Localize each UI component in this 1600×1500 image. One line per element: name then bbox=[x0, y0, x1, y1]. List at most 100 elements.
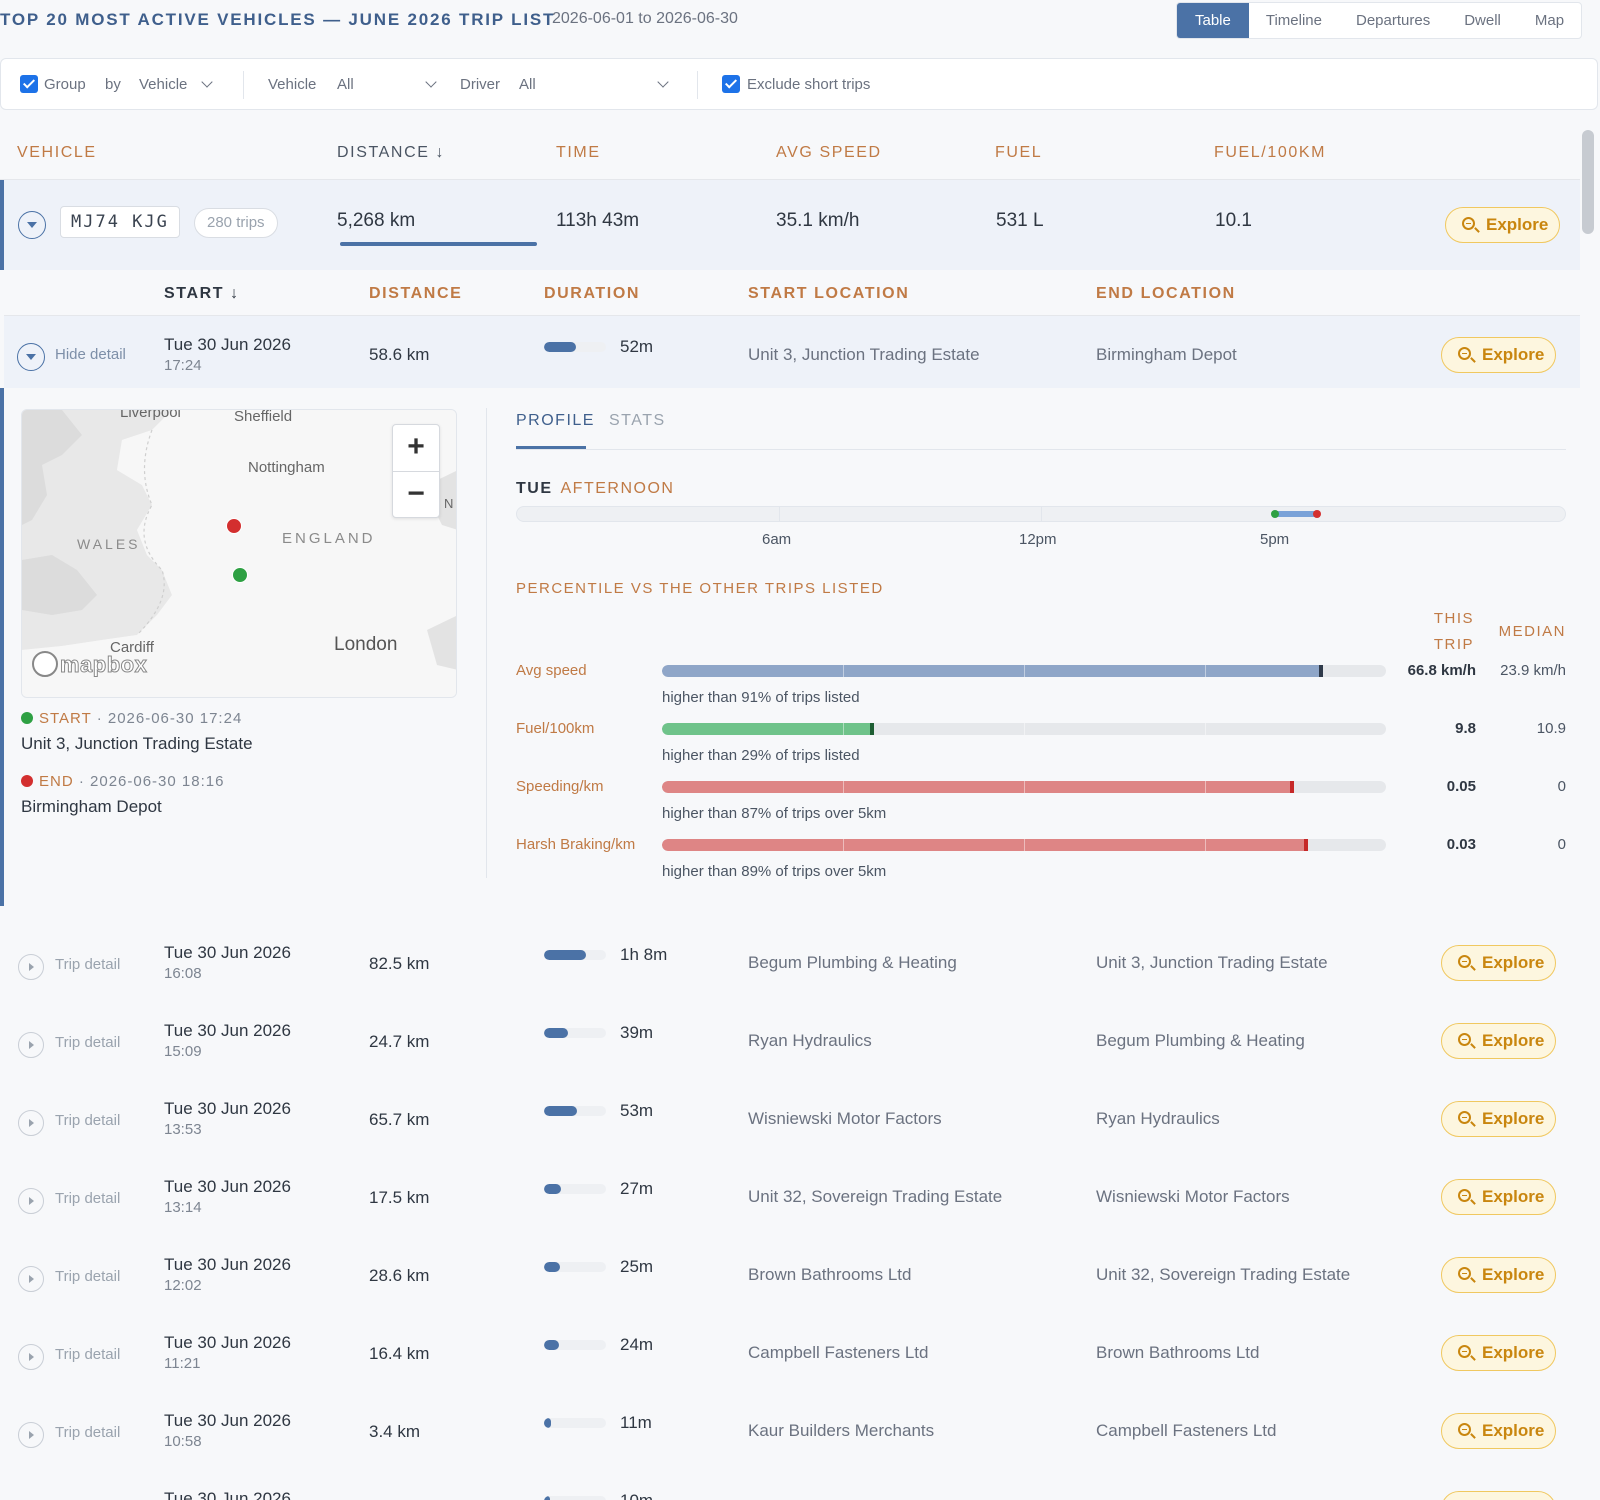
expand-trip-icon[interactable] bbox=[18, 1110, 44, 1136]
col-fuel[interactable]: FUEL bbox=[995, 144, 1042, 162]
duration-bar bbox=[544, 342, 606, 352]
trip-row[interactable]: Trip detail Tue 30 Jun 2026 16:08 82.5 km 1h… bbox=[4, 923, 1580, 1001]
explore-button[interactable]: Explore bbox=[1441, 1101, 1556, 1137]
trip-detail-link[interactable]: Trip detail bbox=[55, 1346, 120, 1363]
divider bbox=[697, 71, 698, 99]
col-fuel-per-100km[interactable]: FUEL/100KM bbox=[1214, 144, 1326, 162]
chevron-down-icon[interactable] bbox=[425, 76, 437, 88]
trip-count-badge: 280 trips bbox=[194, 208, 278, 238]
col-vehicle[interactable]: VEHICLE bbox=[17, 144, 97, 162]
col-avg-speed[interactable]: AVG SPEED bbox=[776, 144, 882, 162]
trip-duration: 39m bbox=[620, 1023, 654, 1042]
trip-distance: 58.6 km bbox=[369, 345, 430, 364]
explore-button[interactable]: Explore bbox=[1441, 1413, 1556, 1449]
tab-table[interactable]: Table bbox=[1177, 3, 1249, 38]
trip-detail-link[interactable]: Trip detail bbox=[55, 1190, 120, 1207]
trip-time: 15:09 bbox=[164, 1043, 202, 1060]
percentile-bar-fill bbox=[662, 781, 1292, 793]
trip-row[interactable]: Trip detail Tue 30 Jun 2026 13:53 65.7 km 53… bbox=[4, 1079, 1580, 1157]
metric-label: Avg speed bbox=[516, 662, 587, 679]
hide-detail-link[interactable]: Hide detail bbox=[55, 346, 126, 363]
tab-timeline[interactable]: Timeline bbox=[1249, 3, 1339, 38]
zoom-in-button[interactable]: + bbox=[393, 425, 439, 471]
explore-button[interactable]: Explore bbox=[1441, 1179, 1556, 1215]
collapse-trip-icon[interactable] bbox=[17, 343, 45, 371]
mapbox-logo[interactable]: mapbox bbox=[32, 651, 147, 682]
tab-dwell[interactable]: Dwell bbox=[1447, 3, 1518, 38]
trip-row[interactable]: Trip detail Tue 30 Jun 2026 13:14 17.5 km 27… bbox=[4, 1157, 1580, 1235]
selected-trip-row[interactable]: Hide detail Tue 30 Jun 2026 17:24 58.6 k… bbox=[4, 316, 1580, 394]
explore-button[interactable]: Explore bbox=[1441, 1257, 1556, 1293]
trip-duration: 27m bbox=[620, 1179, 654, 1198]
trip-detail-link[interactable]: Trip detail bbox=[55, 1268, 120, 1285]
tab-map[interactable]: Map bbox=[1518, 3, 1581, 38]
explore-button[interactable]: Explore bbox=[1441, 1023, 1556, 1059]
metric-median-value: 0 bbox=[1557, 836, 1566, 853]
col-start[interactable]: START ↓ bbox=[164, 285, 240, 303]
trip-map[interactable]: Liverpool Sheffield Nottingham WALES ENG… bbox=[21, 409, 457, 698]
duration-bar-fill bbox=[544, 1496, 551, 1500]
end-location-pin[interactable] bbox=[226, 518, 242, 534]
expand-trip-icon[interactable] bbox=[18, 1266, 44, 1292]
trip-time: 13:14 bbox=[164, 1199, 202, 1216]
explore-label: Explore bbox=[1482, 1265, 1545, 1284]
col-duration[interactable]: DURATION bbox=[544, 285, 640, 303]
vehicle-row[interactable]: MJ74 KJG 280 trips 5,268 km 113h 43m 35.… bbox=[0, 180, 1580, 270]
metric-this-trip-value: 9.8 bbox=[1455, 720, 1476, 737]
vehicle-avg-speed: 35.1 km/h bbox=[776, 210, 860, 231]
trip-detail-link[interactable]: Trip detail bbox=[55, 1112, 120, 1129]
col-distance[interactable]: DISTANCE ↓ bbox=[337, 144, 445, 162]
explore-button[interactable]: Explore bbox=[1441, 337, 1556, 373]
end-timestamp: · 2026-06-30 18:16 bbox=[78, 773, 225, 790]
expand-trip-icon[interactable] bbox=[18, 1188, 44, 1214]
tab-departures[interactable]: Departures bbox=[1339, 3, 1447, 38]
collapse-vehicle-icon[interactable] bbox=[18, 211, 46, 239]
trip-row[interactable]: Trip detail Tue 30 Jun 2026 10:58 3.4 km 11m… bbox=[4, 1391, 1580, 1469]
start-location-pin[interactable] bbox=[232, 567, 248, 583]
trip-row[interactable]: Trip detail Tue 30 Jun 2026 12:02 28.6 km 25… bbox=[4, 1235, 1580, 1313]
col-trip-distance[interactable]: DISTANCE bbox=[369, 285, 462, 303]
trip-start-dot bbox=[1270, 510, 1279, 518]
trip-row[interactable]: Trip detailTue 30 Jun 202610mExplore bbox=[4, 1469, 1580, 1500]
distance-bar bbox=[340, 242, 537, 246]
scrollbar-thumb[interactable] bbox=[1582, 130, 1594, 234]
trip-time: 11:21 bbox=[164, 1355, 201, 1372]
trip-row[interactable]: Trip detail Tue 30 Jun 2026 11:21 16.4 km 24… bbox=[4, 1313, 1580, 1391]
expand-trip-icon[interactable] bbox=[18, 1032, 44, 1058]
expand-trip-icon[interactable] bbox=[18, 954, 44, 980]
vehicle-filter-select[interactable]: All bbox=[337, 59, 354, 111]
end-dot-icon bbox=[21, 775, 33, 788]
expand-trip-icon[interactable] bbox=[18, 1422, 44, 1448]
start-tag: START bbox=[39, 710, 92, 727]
trip-date: Tue 30 Jun 2026 bbox=[164, 1411, 291, 1430]
zoom-out-button[interactable]: − bbox=[393, 471, 439, 517]
duration-bar bbox=[544, 1028, 606, 1038]
trip-time: 13:53 bbox=[164, 1121, 202, 1138]
col-start-location[interactable]: START LOCATION bbox=[748, 285, 909, 303]
trip-row[interactable]: Trip detail Tue 30 Jun 2026 15:09 24.7 km 39… bbox=[4, 1001, 1580, 1079]
explore-button[interactable]: Explore bbox=[1441, 1335, 1556, 1371]
scrollbar[interactable] bbox=[1582, 130, 1594, 1500]
chevron-down-icon[interactable] bbox=[201, 76, 213, 88]
trip-detail-link[interactable]: Trip detail bbox=[55, 1424, 120, 1441]
tab-profile[interactable]: PROFILE bbox=[516, 412, 595, 449]
trip-detail-link[interactable]: Trip detail bbox=[55, 956, 120, 973]
explore-button[interactable]: Explore bbox=[1445, 207, 1560, 243]
map-label-liverpool: Liverpool bbox=[120, 409, 181, 421]
exclude-short-trips-checkbox[interactable] bbox=[722, 75, 740, 93]
explore-button[interactable]: Explore bbox=[1441, 1491, 1556, 1500]
trip-distance: 65.7 km bbox=[369, 1110, 430, 1129]
col-median: MEDIAN bbox=[1498, 623, 1566, 640]
explore-button[interactable]: Explore bbox=[1441, 945, 1556, 981]
driver-filter-select[interactable]: All bbox=[519, 59, 536, 111]
group-by-select[interactable]: Vehicle bbox=[139, 59, 187, 111]
trip-duration: 52m bbox=[620, 337, 654, 356]
tab-stats[interactable]: STATS bbox=[609, 412, 666, 430]
col-end-location[interactable]: END LOCATION bbox=[1096, 285, 1236, 303]
trip-detail-link[interactable]: Trip detail bbox=[55, 1034, 120, 1051]
trip-date: Tue 30 Jun 2026 bbox=[164, 1021, 291, 1040]
expand-trip-icon[interactable] bbox=[18, 1344, 44, 1370]
col-time[interactable]: TIME bbox=[556, 144, 601, 162]
chevron-down-icon[interactable] bbox=[657, 76, 669, 88]
group-checkbox[interactable] bbox=[20, 75, 38, 93]
